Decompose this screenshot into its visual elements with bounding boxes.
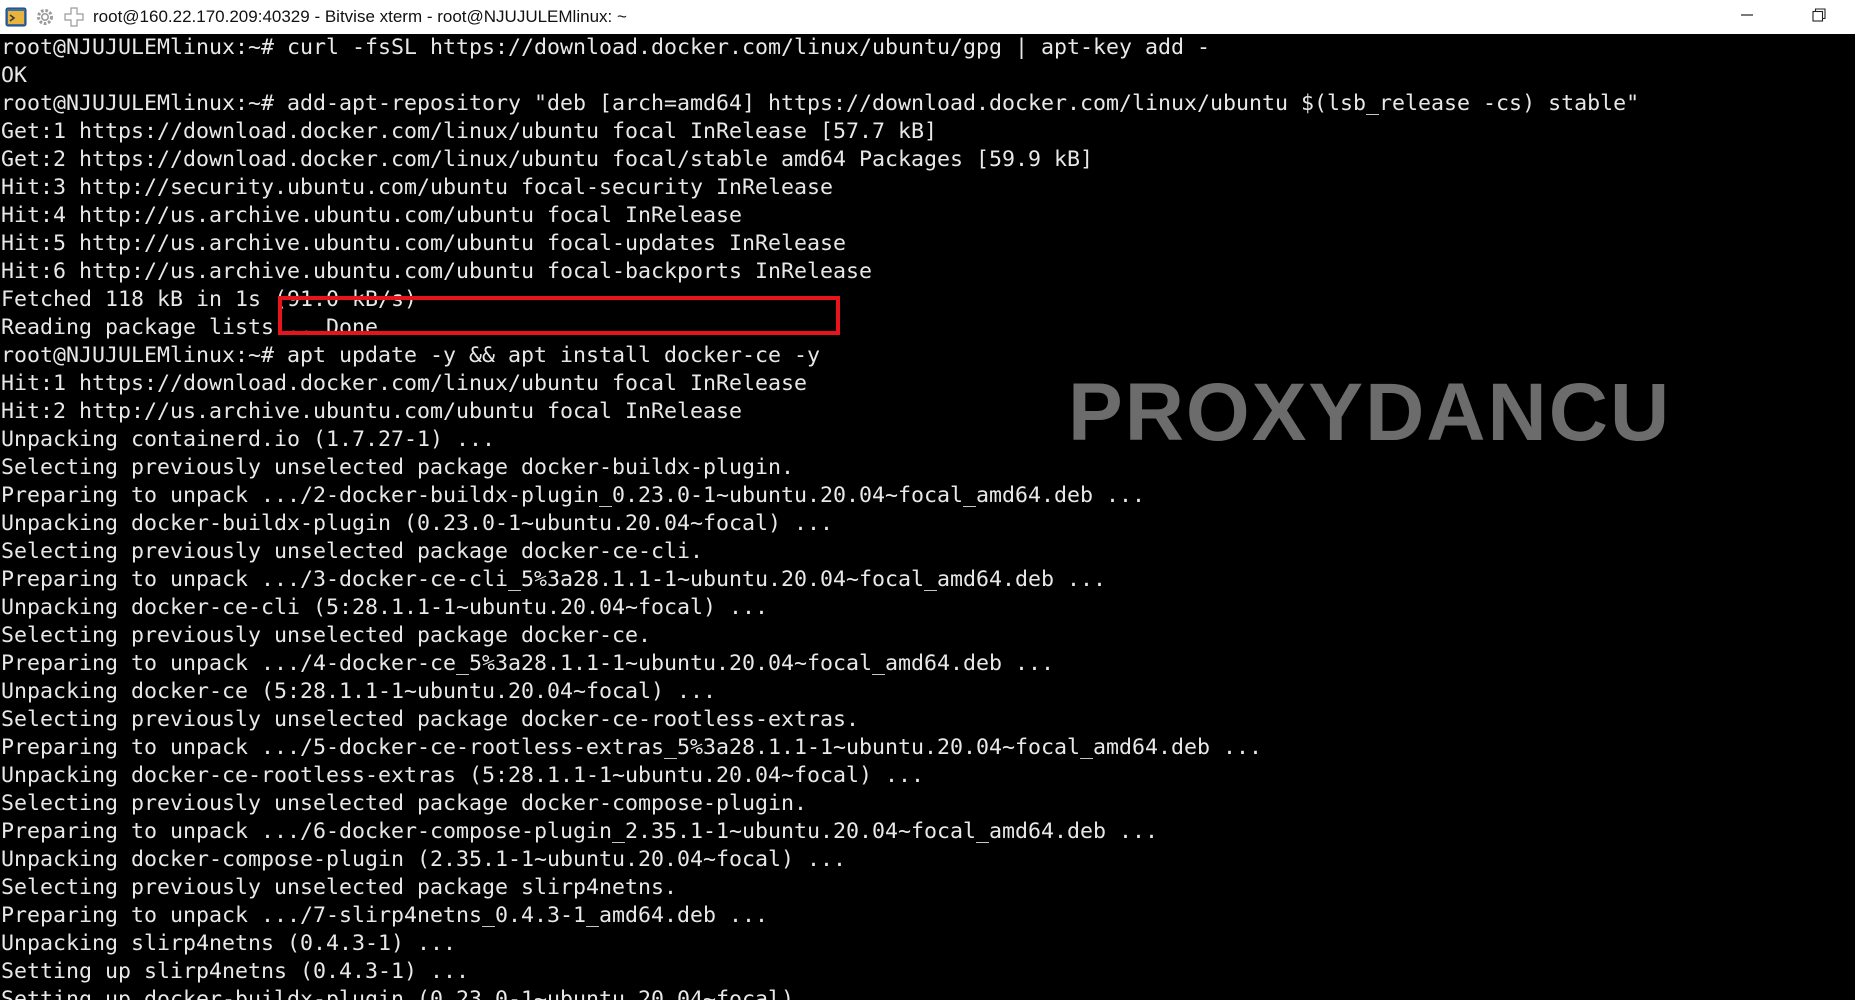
terminal-line: Selecting previously unselected package … [1,791,808,816]
restore-button[interactable] [1783,0,1855,34]
terminal-line: Hit:5 http://us.archive.ubuntu.com/ubunt… [1,231,847,256]
terminal-line: Setting up slirp4netns (0.4.3-1) ... [1,959,470,984]
terminal-line: Hit:3 http://security.ubuntu.com/ubuntu … [1,175,834,200]
terminal-line: Setting up docker-buildx-plugin (0.23.0-… [1,987,847,1000]
terminal-line: Selecting previously unselected package … [1,707,860,732]
terminal-line: Selecting previously unselected package … [1,539,704,564]
terminal-line: OK [1,63,28,88]
minimize-icon [1740,7,1754,27]
minimize-button[interactable] [1711,0,1783,34]
terminal-line: Preparing to unpack .../4-docker-ce_5%3a… [1,651,1055,676]
terminal-line: Unpacking docker-buildx-plugin (0.23.0-1… [1,511,834,536]
settings-gear-icon[interactable] [32,4,58,30]
terminal-line: Selecting previously unselected package … [1,455,795,480]
terminal-line: Hit:2 http://us.archive.ubuntu.com/ubunt… [1,399,743,424]
title-bar[interactable]: root@160.22.170.209:40329 - Bitvise xter… [0,0,1855,34]
terminal-window: root@160.22.170.209:40329 - Bitvise xter… [0,0,1855,1000]
terminal-line: Hit:6 http://us.archive.ubuntu.com/ubunt… [1,259,873,284]
new-tab-plus-icon[interactable] [61,4,87,30]
terminal-line: Unpacking slirp4netns (0.4.3-1) ... [1,931,457,956]
terminal-line: Unpacking docker-ce-cli (5:28.1.1-1~ubun… [1,595,769,620]
terminal-line: root@NJUJULEMlinux:~# apt update -y && a… [1,343,821,368]
terminal-app-icon[interactable] [3,4,29,30]
terminal-line: Unpacking docker-compose-plugin (2.35.1-… [1,847,847,872]
terminal-line: Unpacking docker-ce-rootless-extras (5:2… [1,763,925,788]
terminal-line: Preparing to unpack .../5-docker-ce-root… [1,735,1263,760]
terminal-line: Preparing to unpack .../7-slirp4netns_0.… [1,903,769,928]
terminal-line: Get:2 https://download.docker.com/linux/… [1,147,1094,172]
terminal-line: Selecting previously unselected package … [1,623,652,648]
restore-icon [1812,7,1826,27]
terminal-line: Unpacking containerd.io (1.7.27-1) ... [1,427,496,452]
terminal-line: Reading package lists... Done [1,315,379,340]
terminal-line: Get:1 https://download.docker.com/linux/… [1,119,938,144]
terminal-line: Preparing to unpack .../6-docker-compose… [1,819,1159,844]
terminal-line: root@NJUJULEMlinux:~# curl -fsSL https:/… [1,35,1211,60]
terminal-output[interactable]: root@NJUJULEMlinux:~# curl -fsSL https:/… [0,34,1855,1000]
terminal-line: Fetched 118 kB in 1s (91.0 kB/s) [1,287,418,312]
terminal-line: Selecting previously unselected package … [1,875,678,900]
terminal-line: Unpacking docker-ce (5:28.1.1-1~ubuntu.2… [1,679,717,704]
terminal-line: root@NJUJULEMlinux:~# add-apt-repository… [1,91,1640,116]
terminal-line: Preparing to unpack .../2-docker-buildx-… [1,483,1146,508]
window-title: root@160.22.170.209:40329 - Bitvise xter… [93,7,627,26]
terminal-line: Hit:4 http://us.archive.ubuntu.com/ubunt… [1,203,743,228]
window-controls [1711,0,1855,34]
terminal-line: Hit:1 https://download.docker.com/linux/… [1,371,808,396]
terminal-line: Preparing to unpack .../3-docker-ce-cli_… [1,567,1107,592]
